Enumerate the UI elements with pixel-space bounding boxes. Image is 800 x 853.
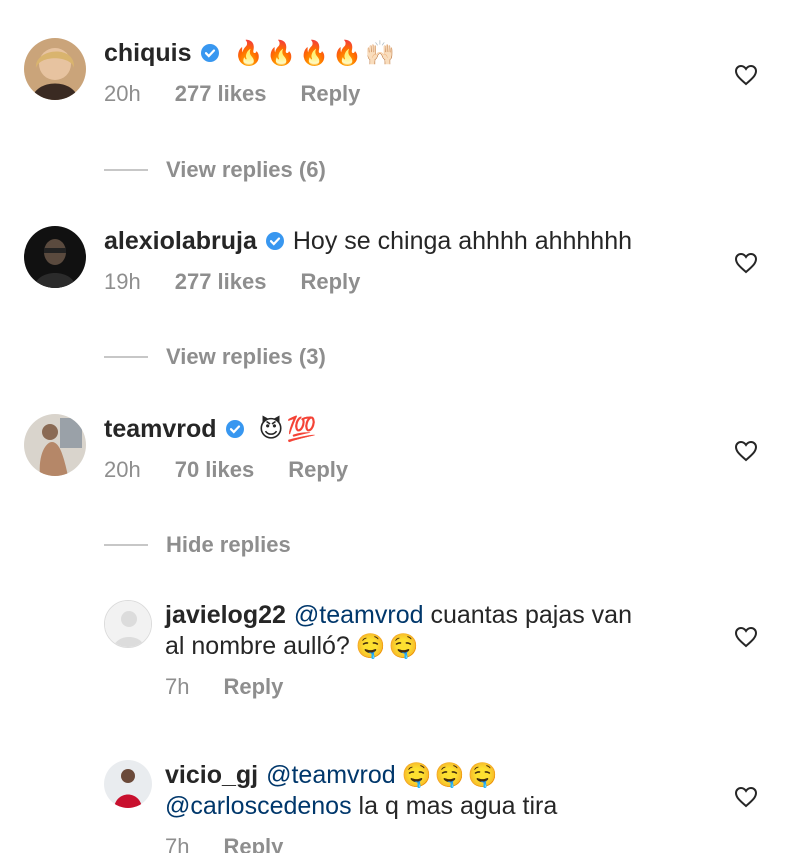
heart-icon[interactable]: [734, 252, 758, 274]
reply-emoji: 🤤🤤: [355, 633, 422, 660]
reply-text-line2: la q mas agua tira: [358, 792, 558, 820]
username[interactable]: vicio_gj: [165, 761, 258, 789]
view-replies-label: View replies (6): [166, 157, 326, 182]
reply-button[interactable]: Reply: [223, 674, 283, 700]
reply-button[interactable]: Reply: [223, 834, 283, 853]
reply-text: cuantas pajas van: [430, 601, 632, 629]
reply-time: 7h: [165, 674, 190, 699]
likes-count[interactable]: 277 likes: [175, 81, 267, 107]
verified-badge-icon: [225, 420, 244, 438]
username[interactable]: teamvrod: [104, 415, 217, 443]
avatar[interactable]: [104, 760, 152, 808]
comment-emoji: 🔥🔥🔥🔥🙌🏻: [233, 40, 398, 67]
comment-emoji: 😈💯: [258, 416, 320, 443]
heart-icon[interactable]: [734, 440, 758, 462]
reply-time: 7h: [165, 834, 190, 853]
view-replies-label: View replies (3): [166, 344, 326, 369]
username[interactable]: javielog22: [165, 601, 286, 629]
likes-count[interactable]: 70 likes: [175, 457, 255, 483]
heart-icon[interactable]: [734, 626, 758, 648]
mention-link[interactable]: @teamvrod: [294, 601, 424, 629]
comment-time: 19h: [104, 269, 141, 294]
likes-count[interactable]: 277 likes: [175, 269, 267, 295]
avatar[interactable]: [24, 38, 86, 100]
reply-text-line2: al nombre aulló?: [165, 632, 350, 660]
username[interactable]: alexiolabruja: [104, 227, 257, 255]
reply-button[interactable]: Reply: [288, 457, 348, 483]
comment-time: 20h: [104, 457, 141, 482]
reply-emoji: 🤤🤤🤤: [401, 762, 501, 789]
reply-button[interactable]: Reply: [300, 81, 360, 107]
view-replies-toggle[interactable]: View replies (3): [104, 344, 326, 370]
avatar[interactable]: [24, 226, 86, 288]
comments-screen: chiquis 🔥🔥🔥🔥🙌🏻 20h 277 likes Reply View r…: [0, 0, 800, 853]
mention-link[interactable]: @teamvrod: [266, 761, 396, 789]
comment-time: 20h: [104, 81, 141, 106]
comment-text: Hoy se chinga ahhhh ahhhhhh: [292, 227, 633, 255]
hide-replies-label: Hide replies: [166, 532, 291, 557]
verified-badge-icon: [200, 44, 219, 62]
reply-button[interactable]: Reply: [300, 269, 360, 295]
divider: [104, 356, 148, 358]
divider: [104, 169, 148, 171]
heart-icon[interactable]: [734, 64, 758, 86]
divider: [104, 544, 148, 546]
heart-icon[interactable]: [734, 786, 758, 808]
view-replies-toggle[interactable]: View replies (6): [104, 157, 326, 183]
avatar[interactable]: [24, 414, 86, 476]
verified-badge-icon: [265, 232, 284, 250]
username[interactable]: chiquis: [104, 39, 192, 67]
avatar[interactable]: [104, 600, 152, 648]
mention-link-2[interactable]: @carloscedenos: [165, 792, 352, 820]
hide-replies-toggle[interactable]: Hide replies: [104, 532, 291, 558]
